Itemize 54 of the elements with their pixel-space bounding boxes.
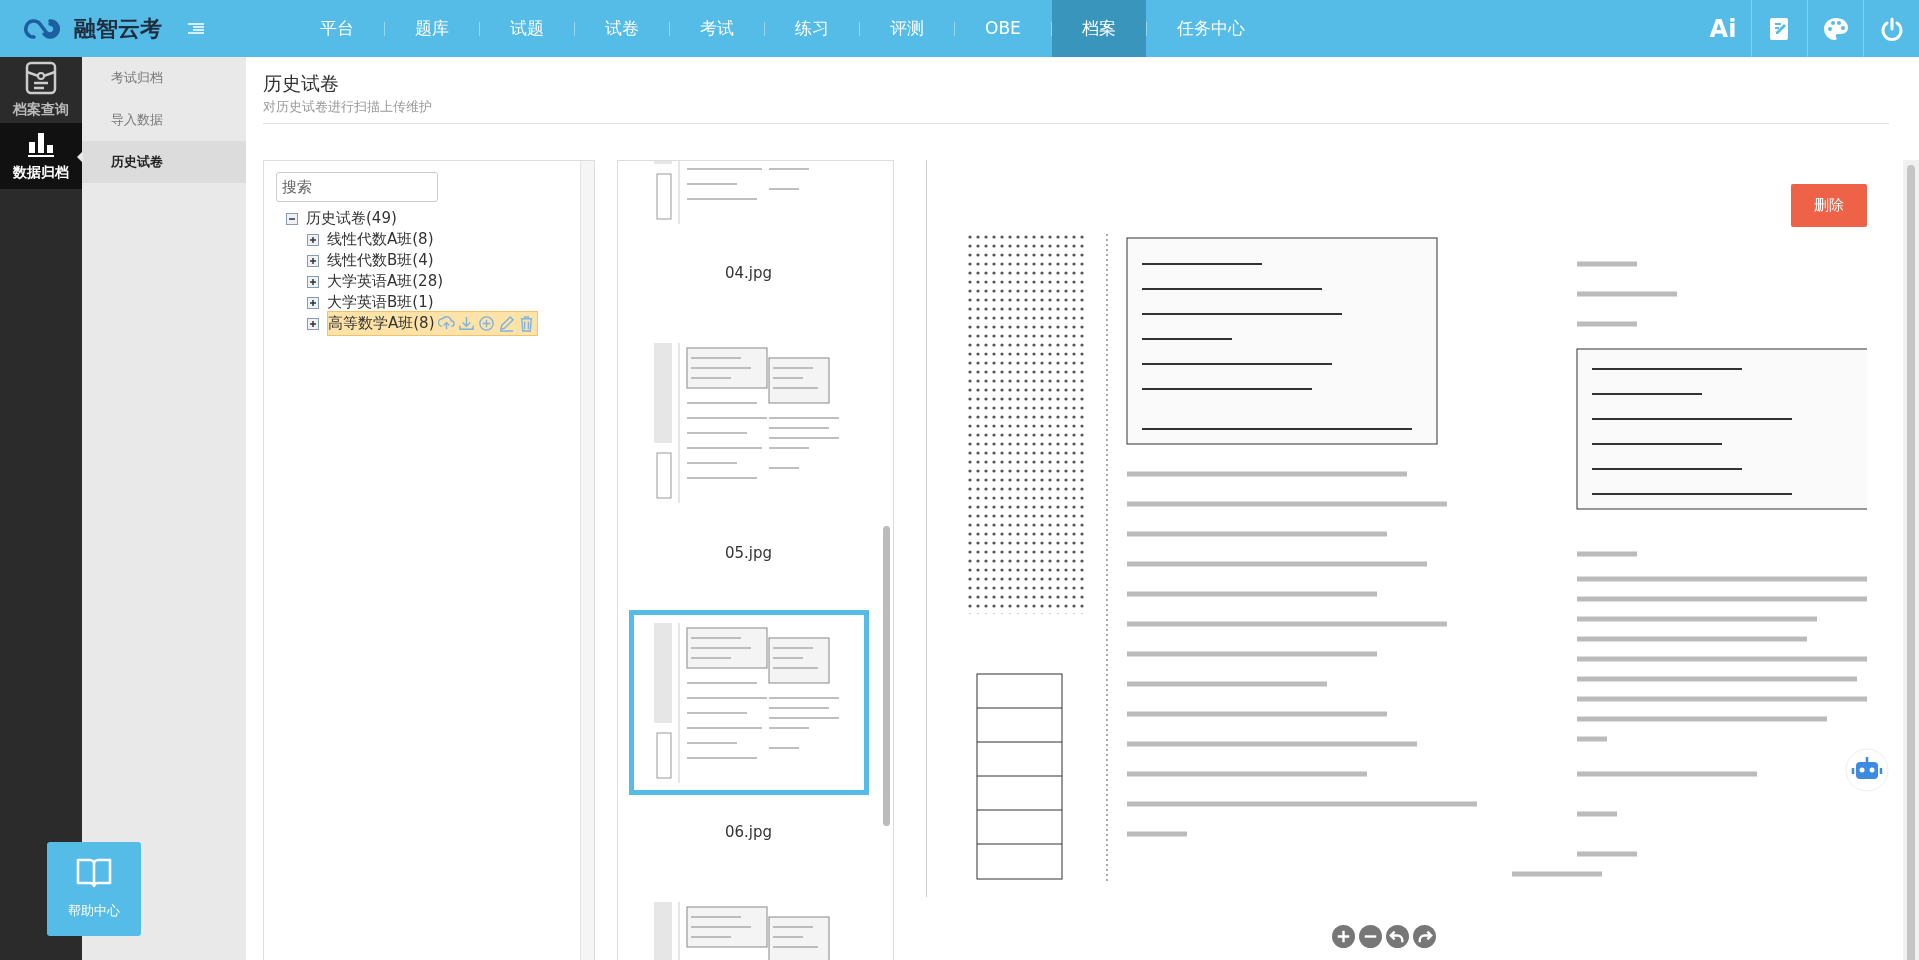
expand-toggle[interactable] — [307, 317, 319, 330]
nav-tab[interactable]: 档案 — [1051, 0, 1146, 57]
expand-toggle[interactable] — [307, 275, 319, 288]
expand-toggle[interactable] — [307, 254, 319, 267]
collapse-toggle[interactable] — [286, 212, 298, 225]
palette-icon[interactable] — [1822, 16, 1849, 41]
zoom-in-icon[interactable] — [1332, 925, 1355, 948]
zoom-out-icon[interactable] — [1359, 925, 1382, 948]
add-icon[interactable] — [477, 315, 495, 332]
page-title: 历史试卷 — [263, 71, 339, 96]
robot-icon[interactable] — [1845, 748, 1889, 792]
search-field[interactable]: 搜索 — [276, 172, 438, 202]
tree-node[interactable]: 历史试卷(49) — [306, 207, 397, 230]
thumbnail-label: 05.jpg — [724, 542, 773, 564]
nav-tab[interactable]: 试卷 — [575, 0, 669, 57]
edit-icon[interactable] — [497, 315, 515, 332]
thumbnail-label: 06.jpg — [724, 822, 773, 843]
page-thumbnail[interactable] — [628, 610, 869, 795]
download-icon[interactable] — [457, 315, 475, 332]
ai-button[interactable]: Ai — [1709, 10, 1737, 47]
app-title: 融智云考 — [74, 15, 162, 43]
help-center-button[interactable]: 帮助中心 — [47, 842, 141, 936]
submenu-item[interactable]: 考试归档 — [82, 57, 246, 99]
delete-button[interactable]: 删除 — [1791, 184, 1867, 227]
scrollbar[interactable] — [883, 526, 890, 826]
nav-tab[interactable]: OBE — [955, 0, 1051, 57]
nav-tab[interactable]: 评测 — [860, 0, 954, 57]
tree-node[interactable]: 线性代数A班(8) — [327, 228, 434, 251]
menu-icon[interactable] — [188, 22, 204, 35]
nav-tab[interactable]: 题库 — [385, 0, 479, 57]
sidebar-item[interactable]: 档案查询 — [0, 57, 82, 123]
power-icon[interactable] — [1880, 16, 1903, 41]
scrollbar[interactable] — [1907, 165, 1915, 960]
tree-node[interactable]: 高等数学A班(8) — [328, 312, 435, 335]
archive-icon — [24, 60, 58, 95]
expand-toggle[interactable] — [307, 233, 319, 246]
nav-tab[interactable]: 考试 — [670, 0, 764, 57]
nav-tab[interactable]: 练习 — [765, 0, 859, 57]
rotate-right-icon[interactable] — [1413, 925, 1436, 948]
submenu-item[interactable]: 导入数据 — [82, 99, 246, 141]
book-icon — [76, 857, 112, 890]
page-subtitle: 对历史试卷进行扫描上传维护 — [263, 98, 432, 116]
nav-tab[interactable]: 试题 — [480, 0, 574, 57]
nav-tab[interactable]: 任务中心 — [1146, 0, 1275, 57]
sidebar-item[interactable]: 数据归档 — [0, 123, 82, 189]
nav-tab[interactable]: 平台 — [290, 0, 384, 57]
tree-node[interactable]: 大学英语A班(28) — [327, 270, 444, 293]
upload-icon[interactable] — [437, 315, 455, 332]
expand-toggle[interactable] — [307, 296, 319, 309]
submenu-item[interactable]: 历史试卷 — [82, 141, 246, 183]
tree-node[interactable]: 线性代数B班(4) — [327, 249, 434, 272]
thumbnail-label: 04.jpg — [724, 263, 773, 284]
tree-node[interactable]: 大学英语B班(1) — [327, 291, 434, 314]
rotate-left-icon[interactable] — [1386, 925, 1409, 948]
